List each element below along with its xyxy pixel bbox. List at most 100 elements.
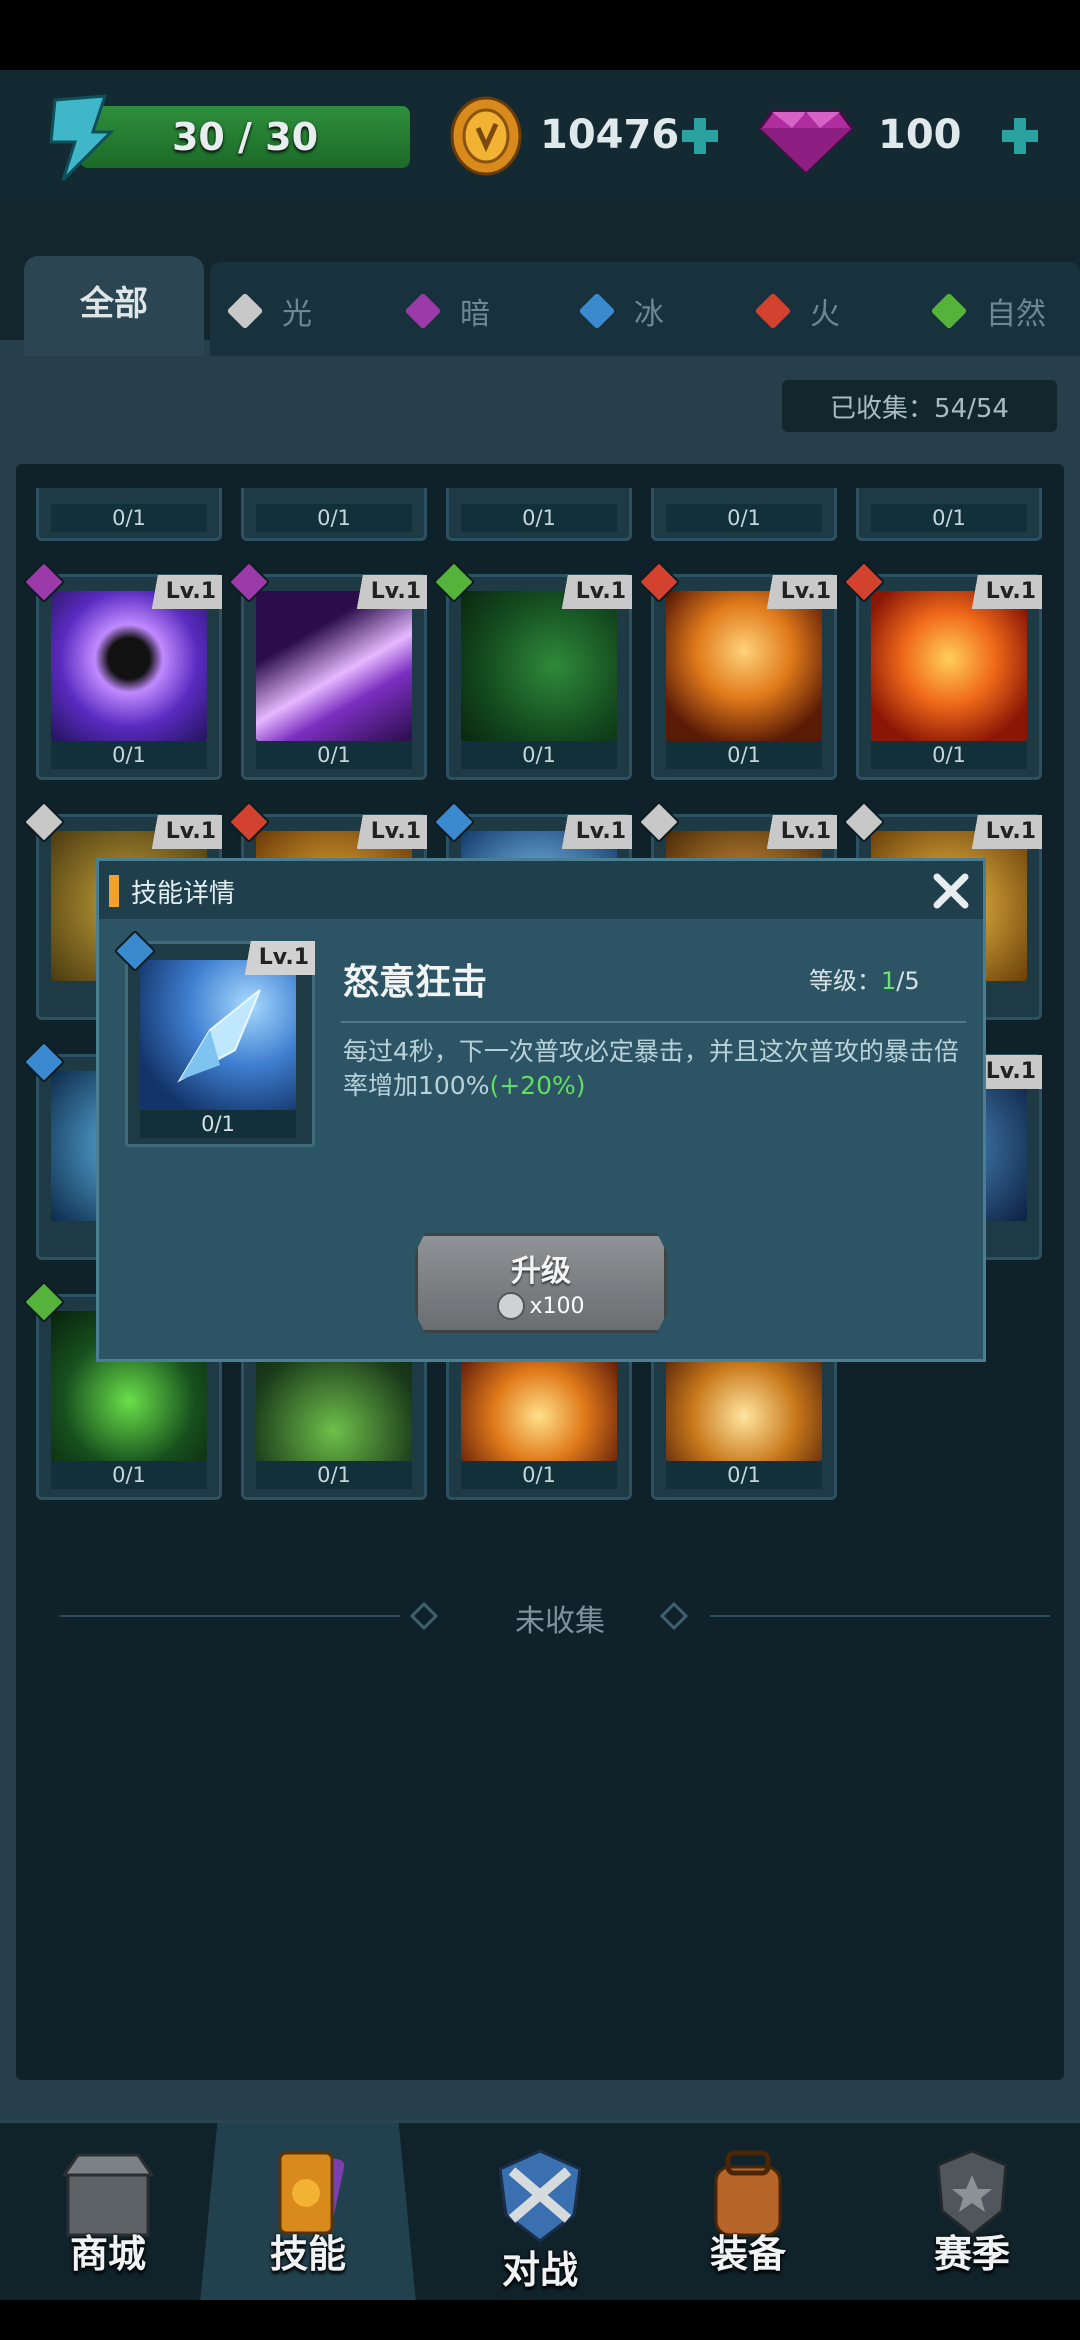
skill-name: 怒意狂击 <box>343 962 488 1003</box>
skill-art <box>666 591 822 741</box>
nature-diamond-icon <box>930 292 968 330</box>
upgrade-cost-value: x100 <box>529 1293 585 1319</box>
tab-all[interactable]: 全部 <box>24 256 204 356</box>
nav-season[interactable]: 赛季 <box>864 2123 1080 2303</box>
skill-count: 0/1 <box>51 1461 207 1489</box>
skill-art <box>461 591 617 741</box>
nav-skills-label: 技能 <box>269 2232 346 2276</box>
skill-level-badge: Lv.1 <box>231 941 315 975</box>
skill-count: 0/1 <box>51 504 207 532</box>
skill-count: 0/1 <box>666 741 822 769</box>
nav-equipment[interactable]: 装备 <box>640 2123 856 2303</box>
skill-count: 0/1 <box>461 504 617 532</box>
skill-card[interactable]: Lv.1 0/1 <box>637 560 837 780</box>
skill-level-badge: Lv.1 <box>958 575 1042 609</box>
skill-level: 等级：1/5 <box>809 961 920 996</box>
gem-count: 100 <box>878 112 962 158</box>
skill-level-badge: Lv.1 <box>958 815 1042 849</box>
skill-level-badge: Lv.1 <box>343 815 427 849</box>
tab-ice-label: 冰 <box>634 297 664 332</box>
lightning-icon <box>49 94 115 182</box>
upgrade-label: 升级 <box>511 1254 571 1289</box>
skill-detail-dialog: 技能详情 Lv.1 0/1 怒意狂击 等级：1/5 每过4秒，下一次普攻必定暴击… <box>96 858 986 1362</box>
dialog-header: 技能详情 <box>99 861 983 919</box>
skill-count: 0/1 <box>140 1110 296 1138</box>
ice-crystal-icon <box>177 989 261 1083</box>
bottom-nav: 商城 技能 对战 装备 赛季 <box>0 2120 1080 2303</box>
level-label: 等级： <box>809 967 881 995</box>
nav-season-label: 赛季 <box>933 2232 1010 2276</box>
add-coins-button[interactable] <box>680 116 720 156</box>
header-accent <box>109 875 119 907</box>
gem-icon <box>758 110 854 174</box>
tab-fire-label: 火 <box>810 297 840 332</box>
nav-battle-label: 对战 <box>501 2248 578 2292</box>
nav-shop[interactable]: 商城 <box>0 2123 216 2303</box>
skill-card[interactable]: Lv.1 0/1 <box>842 560 1042 780</box>
tab-fire[interactable]: 火 <box>754 286 840 336</box>
add-gems-button[interactable] <box>1000 116 1040 156</box>
skill-art <box>871 591 1027 741</box>
tab-light-label: 光 <box>282 297 312 332</box>
coin-count: 10476 <box>540 112 680 158</box>
skill-card[interactable]: Lv.1 0/1 <box>22 560 222 780</box>
upgrade-cost: x100 <box>418 1292 664 1320</box>
skill-level-badge: Lv.1 <box>138 575 222 609</box>
skill-level-badge: Lv.1 <box>548 575 632 609</box>
skill-count: 0/1 <box>256 1461 412 1489</box>
description-bonus: (+20%) <box>489 1071 586 1100</box>
coin-icon <box>450 96 522 176</box>
tab-all-label: 全部 <box>80 284 148 324</box>
skill-count: 0/1 <box>256 504 412 532</box>
dialog-separator <box>341 1021 966 1023</box>
skill-level-badge: Lv.1 <box>753 815 837 849</box>
skill-card[interactable]: Lv.1 0/1 <box>227 560 427 780</box>
skill-count: 0/1 <box>461 741 617 769</box>
skill-count: 0/1 <box>461 1461 617 1489</box>
tab-nature-label: 自然 <box>986 297 1046 332</box>
skill-card-partial[interactable]: 0/1 <box>651 488 837 541</box>
skill-description: 每过4秒，下一次普攻必定暴击，并且这次普攻的暴击倍率增加100%(+20%) <box>343 1035 983 1103</box>
skill-count: 0/1 <box>51 741 207 769</box>
divider-ornament-icon <box>660 1602 688 1630</box>
tab-dark[interactable]: 暗 <box>404 286 490 336</box>
divider-line <box>60 1615 400 1617</box>
skill-card-partial[interactable]: 0/1 <box>856 488 1042 541</box>
skill-count: 0/1 <box>666 504 822 532</box>
tab-nature[interactable]: 自然 <box>930 286 1046 336</box>
tab-dark-label: 暗 <box>460 297 490 332</box>
close-icon[interactable] <box>929 869 973 913</box>
ice-diamond-icon <box>578 292 616 330</box>
tab-light[interactable]: 光 <box>226 286 312 336</box>
element-tab-row: 光 暗 冰 火 自然 <box>210 262 1080 356</box>
level-current: 1 <box>881 967 897 995</box>
description-text: 每过4秒，下一次普攻必定暴击，并且这次普攻的暴击倍率增加100% <box>343 1037 959 1100</box>
skill-art <box>256 591 412 741</box>
skill-card-partial[interactable]: 0/1 <box>36 488 222 541</box>
nav-equipment-label: 装备 <box>709 2232 786 2276</box>
skill-card-partial[interactable]: 0/1 <box>446 488 632 541</box>
tab-ice[interactable]: 冰 <box>578 286 664 336</box>
skill-card[interactable]: Lv.1 0/1 <box>432 560 632 780</box>
ice-shard-art <box>140 960 296 1110</box>
status-bar <box>0 0 1080 70</box>
nav-skills[interactable]: 技能 <box>200 2123 416 2303</box>
energy-bar: 30 / 30 <box>80 106 410 168</box>
resource-bar: 30 / 30 10476 100 <box>0 70 1080 200</box>
upgrade-button[interactable]: 升级 x100 <box>415 1233 667 1333</box>
divider-line <box>710 1615 1050 1617</box>
skill-card-partial[interactable]: 0/1 <box>241 488 427 541</box>
skill-count: 0/1 <box>871 741 1027 769</box>
nav-shop-label: 商城 <box>69 2232 146 2276</box>
skill-level-badge: Lv.1 <box>138 815 222 849</box>
collected-counter: 已收集：54/54 <box>782 380 1057 432</box>
skill-level-badge: Lv.1 <box>548 815 632 849</box>
dark-diamond-icon <box>404 292 442 330</box>
uncollected-divider: 未收集 <box>60 1596 1050 1639</box>
divider-ornament-icon <box>410 1602 438 1630</box>
skill-level-badge: Lv.1 <box>343 575 427 609</box>
energy-text: 30 / 30 <box>171 115 319 159</box>
nav-battle[interactable]: 对战 <box>432 2123 648 2303</box>
level-max: /5 <box>896 967 920 995</box>
skill-detail-card: Lv.1 0/1 <box>113 929 315 1147</box>
